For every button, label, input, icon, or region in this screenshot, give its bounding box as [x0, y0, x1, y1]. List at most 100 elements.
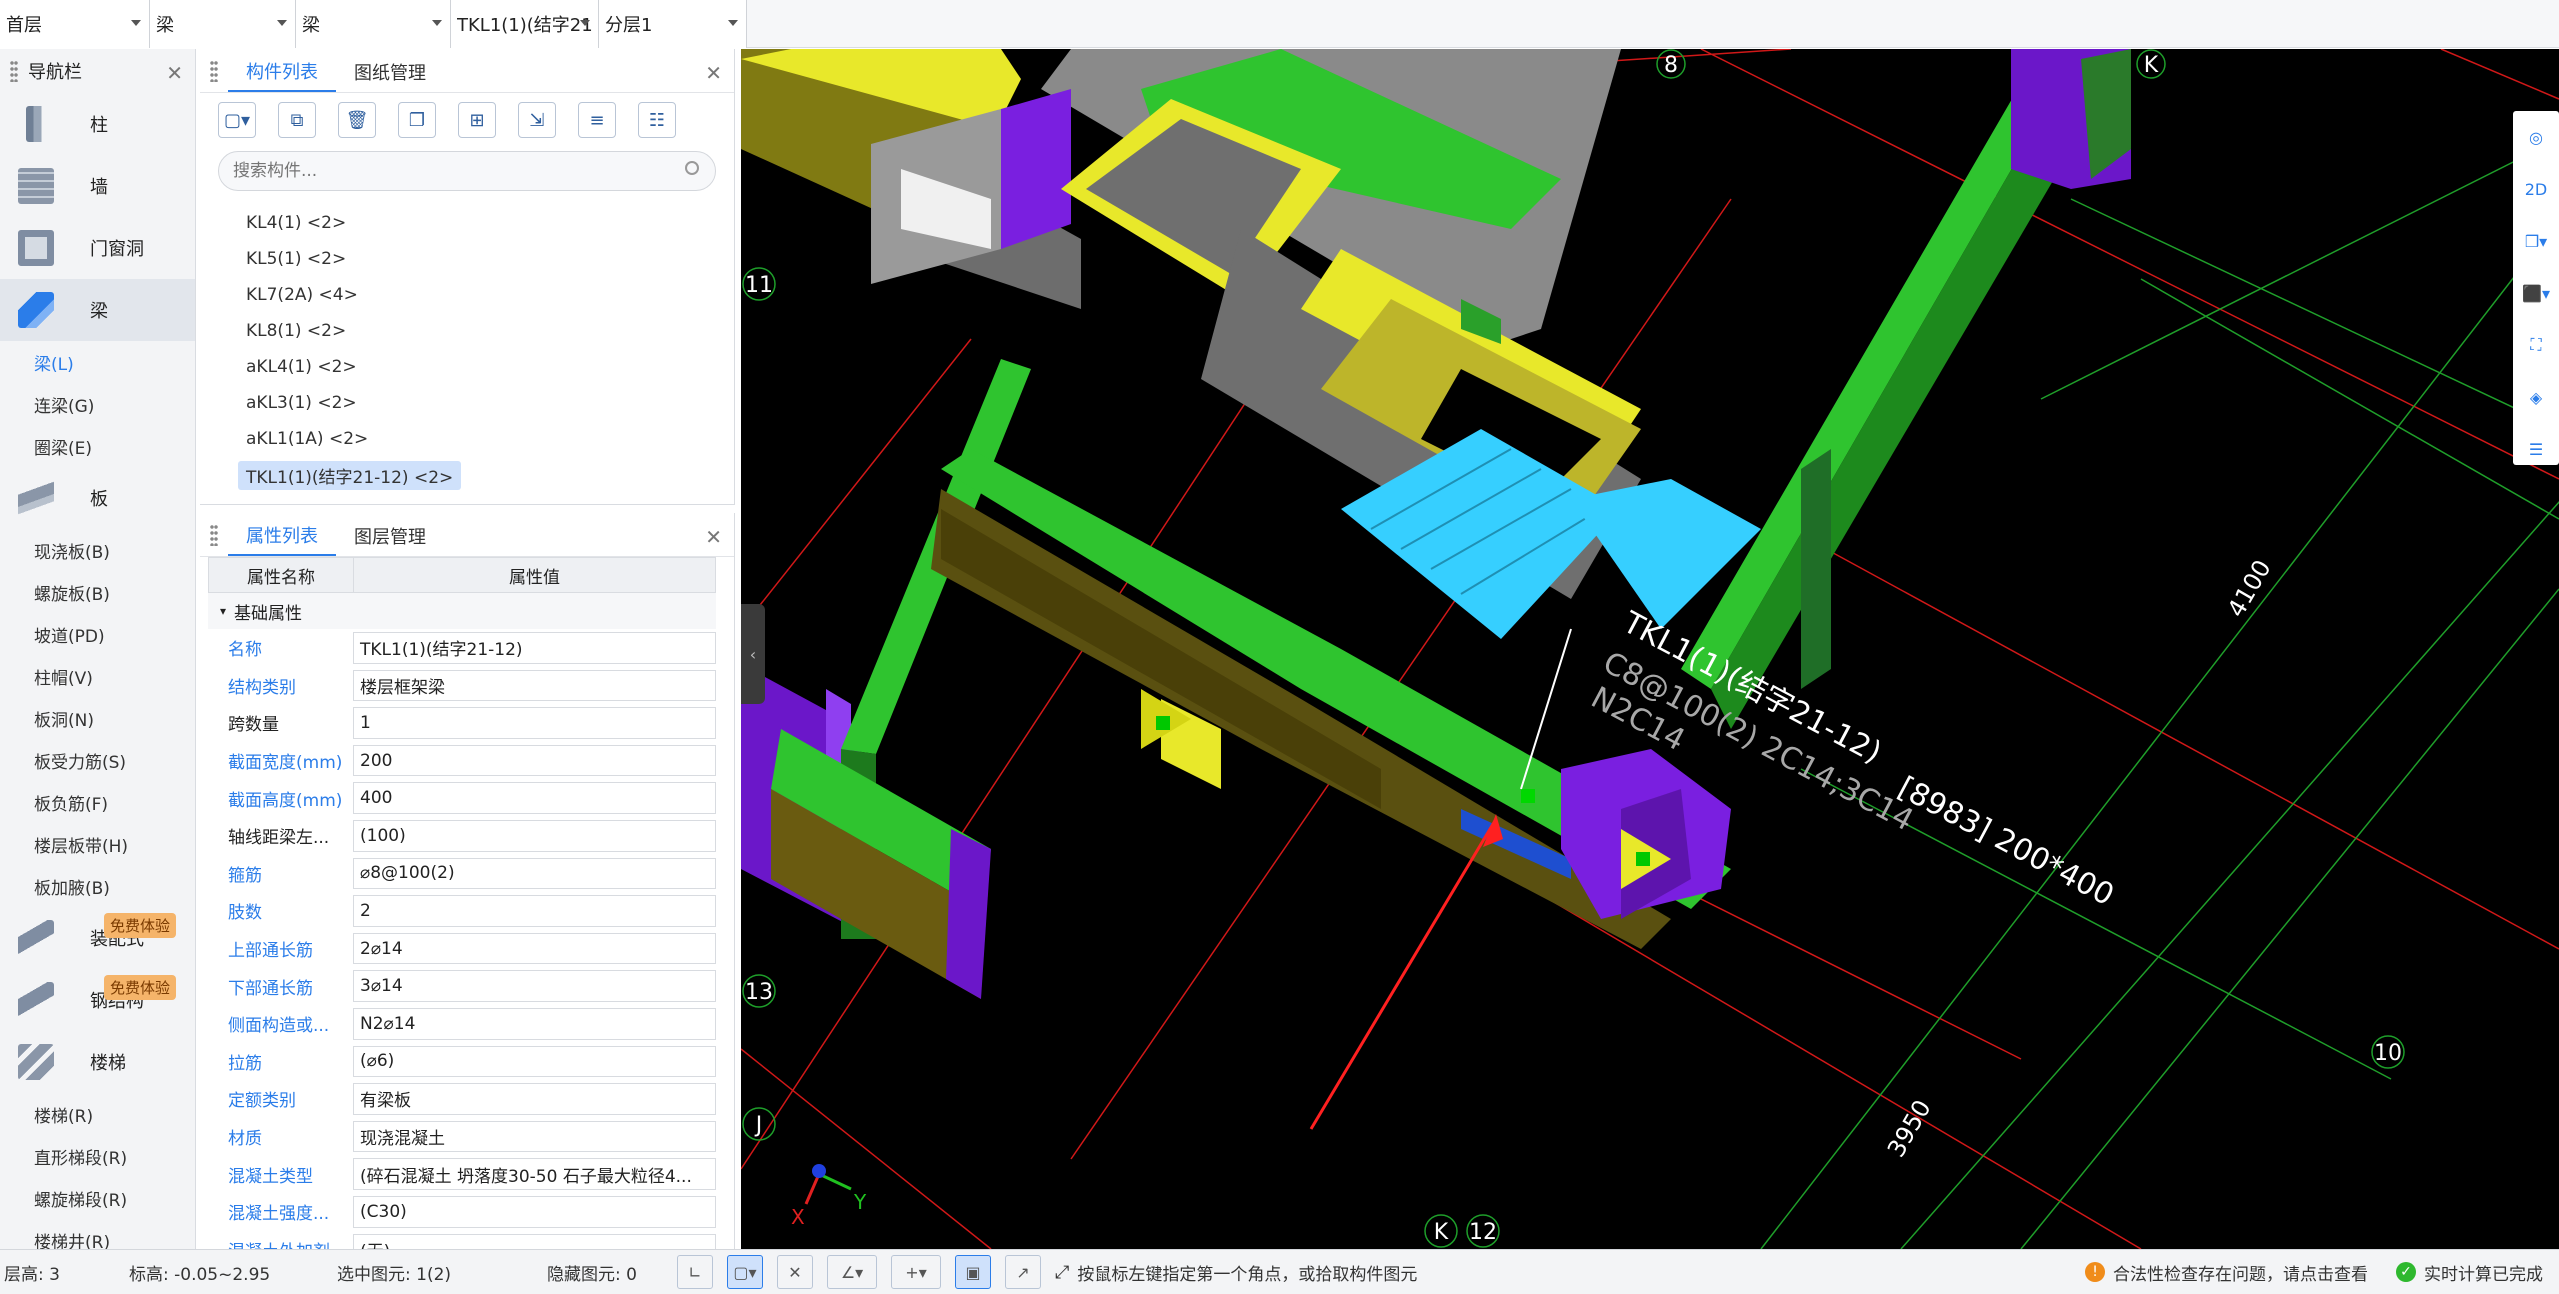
- nav-item-opening[interactable]: 门窗洞: [0, 217, 195, 279]
- nav-item-slab[interactable]: 板: [0, 467, 195, 529]
- list-item[interactable]: KL8(1) <2>: [238, 313, 734, 349]
- close-icon[interactable]: ✕: [705, 61, 722, 85]
- floor-select[interactable]: 首层: [0, 0, 150, 48]
- nav-subitem-ring-beam[interactable]: 圈梁(E): [0, 425, 195, 467]
- view-3d-icon[interactable]: ❒▾: [2513, 215, 2559, 267]
- nav-item-wall[interactable]: 墙: [0, 155, 195, 217]
- drag-handle-icon[interactable]: [210, 60, 218, 82]
- fit-view-icon[interactable]: ⛶: [2513, 319, 2559, 371]
- nav-subitem-cast-slab[interactable]: 现浇板(B): [0, 529, 195, 571]
- select-mode-icon[interactable]: ▢▾: [727, 1255, 763, 1289]
- property-value[interactable]: 2⌀14: [353, 932, 716, 965]
- property-value[interactable]: 1: [353, 707, 716, 739]
- nav-item-column[interactable]: 柱: [0, 93, 195, 155]
- grip-point[interactable]: [1636, 852, 1650, 866]
- nav-subitem-straight-flight[interactable]: 直形梯段(R): [0, 1135, 195, 1177]
- list-item-selected[interactable]: TKL1(1)(结字21-12) <2>: [238, 457, 734, 493]
- collapse-panel-handle[interactable]: ‹: [741, 604, 765, 704]
- offset-icon[interactable]: +▾: [891, 1255, 941, 1289]
- drag-handle-icon[interactable]: [210, 524, 218, 546]
- list-item[interactable]: KL5(1) <2>: [238, 241, 734, 277]
- tab-property-list[interactable]: 属性列表: [228, 516, 336, 556]
- drag-handle-icon[interactable]: [10, 60, 18, 82]
- close-icon[interactable]: ✕: [705, 525, 722, 549]
- view-cube-icon[interactable]: ⬛▾: [2513, 267, 2559, 319]
- list-item[interactable]: aKL1(1A) <2>: [238, 421, 734, 457]
- nav-item-beam[interactable]: 梁: [0, 279, 195, 341]
- tab-layer-management[interactable]: 图层管理: [336, 516, 444, 556]
- search-input[interactable]: [233, 161, 673, 181]
- property-value[interactable]: 楼层框架梁: [353, 669, 716, 702]
- nav-item-stair[interactable]: 楼梯: [0, 1031, 195, 1093]
- delete-icon[interactable]: 🗑: [338, 102, 376, 138]
- close-icon[interactable]: ✕: [166, 61, 183, 85]
- property-value[interactable]: (C30): [353, 1195, 716, 1228]
- cross-icon[interactable]: ✕: [777, 1255, 813, 1289]
- type-select[interactable]: 梁: [296, 0, 451, 48]
- orbit-icon[interactable]: ◎: [2513, 111, 2559, 163]
- sort-icon[interactable]: ☷: [638, 102, 676, 138]
- nav-subitem-stair-well[interactable]: 楼梯井(R): [0, 1219, 195, 1250]
- nav-subitem-slab-rebar[interactable]: 板受力筋(S): [0, 739, 195, 781]
- property-value[interactable]: 200: [353, 744, 716, 777]
- list-item[interactable]: aKL3(1) <2>: [238, 385, 734, 421]
- search-icon[interactable]: [685, 161, 699, 175]
- nav-subitem-negative-rebar[interactable]: 板负筋(F): [0, 781, 195, 823]
- free-trial-badge[interactable]: 免费体验: [104, 975, 177, 1000]
- layer-copy-icon[interactable]: ❐: [398, 102, 436, 138]
- property-value[interactable]: (⌀6): [353, 1045, 716, 1078]
- snap-icon[interactable]: ▣: [955, 1255, 991, 1289]
- export-icon[interactable]: ⇲: [518, 102, 556, 138]
- report-icon[interactable]: ☰: [2513, 423, 2559, 475]
- grip-point[interactable]: [1521, 789, 1535, 803]
- angle-icon[interactable]: ∠▾: [827, 1255, 877, 1289]
- property-value[interactable]: (碎石混凝土 坍落度30-50 石子最大粒径4...: [353, 1158, 716, 1190]
- property-group[interactable]: ▾ 基础属性: [208, 593, 716, 629]
- property-value[interactable]: 现浇混凝土: [353, 1120, 716, 1153]
- tab-component-list[interactable]: 构件列表: [228, 52, 336, 92]
- property-value[interactable]: ⌀8@100(2): [353, 857, 716, 890]
- property-value[interactable]: (无): [353, 1233, 716, 1249]
- property-value[interactable]: TKL1(1)(结字21-12): [353, 632, 716, 664]
- list-item[interactable]: aKL4(1) <2>: [238, 349, 734, 385]
- component-select[interactable]: TKL1(1)(结字21: [451, 0, 599, 48]
- model-canvas[interactable]: 8 K 11 13 J K 12 10 4100 3950 TKL1(1)(结字…: [741, 49, 2559, 1249]
- filter-icon[interactable]: ≡: [578, 102, 616, 138]
- nav-subitem-slab-band[interactable]: 楼层板带(H): [0, 823, 195, 865]
- nav-subitem-spiral-slab[interactable]: 螺旋板(B): [0, 571, 195, 613]
- list-item[interactable]: KL4(1) <2>: [238, 205, 734, 241]
- nav-item-prefab[interactable]: 装配式 免费体验: [0, 907, 195, 969]
- model-3d-view[interactable]: 8 K 11 13 J K 12 10 4100 3950 TKL1(1)(结字…: [741, 49, 2559, 1249]
- property-value[interactable]: 2: [353, 895, 716, 927]
- nav-subitem-spiral-flight[interactable]: 螺旋梯段(R): [0, 1177, 195, 1219]
- sublayer-select[interactable]: 分层1: [599, 0, 747, 48]
- category-select[interactable]: 梁: [150, 0, 296, 48]
- nav-subitem-column-cap[interactable]: 柱帽(V): [0, 655, 195, 697]
- arc-icon[interactable]: ↗: [1005, 1255, 1041, 1289]
- nav-subitem-ramp[interactable]: 坡道(PD): [0, 613, 195, 655]
- import-icon[interactable]: ⊞: [458, 102, 496, 138]
- property-value[interactable]: (100): [353, 819, 716, 852]
- list-item[interactable]: KL7(2A) <4>: [238, 277, 734, 313]
- check-icon: ✓: [2396, 1262, 2416, 1282]
- nav-item-steel[interactable]: 钢结构 免费体验: [0, 969, 195, 1031]
- nav-subitem-slab-hole[interactable]: 板洞(N): [0, 697, 195, 739]
- nav-subitem-coupling-beam[interactable]: 连梁(G): [0, 383, 195, 425]
- layer-toggle-icon[interactable]: ◈: [2513, 371, 2559, 423]
- nav-subitem-stair[interactable]: 楼梯(R): [0, 1093, 195, 1135]
- free-trial-badge[interactable]: 免费体验: [104, 913, 177, 938]
- property-value[interactable]: 400: [353, 782, 716, 814]
- copy-icon[interactable]: ⧉: [278, 102, 316, 138]
- check-warning-link[interactable]: 合法性检查存在问题，请点击查看: [2113, 1260, 2368, 1285]
- grip-point[interactable]: [1156, 716, 1170, 730]
- nav-subitem-slab-haunch[interactable]: 板加腋(B): [0, 865, 195, 907]
- property-value[interactable]: 有梁板: [353, 1083, 716, 1115]
- property-value[interactable]: 3⌀14: [353, 970, 716, 1002]
- hidden-count: 隐藏图元: 0: [547, 1264, 637, 1285]
- view-2d-icon[interactable]: 2D: [2513, 163, 2559, 215]
- tab-drawing-management[interactable]: 图纸管理: [336, 52, 444, 92]
- new-component-icon[interactable]: ▢▾: [218, 102, 256, 138]
- nav-subitem-beam[interactable]: 梁(L): [0, 341, 195, 383]
- ortho-icon[interactable]: ∟: [677, 1255, 713, 1289]
- property-value[interactable]: N2⌀14: [353, 1007, 716, 1040]
